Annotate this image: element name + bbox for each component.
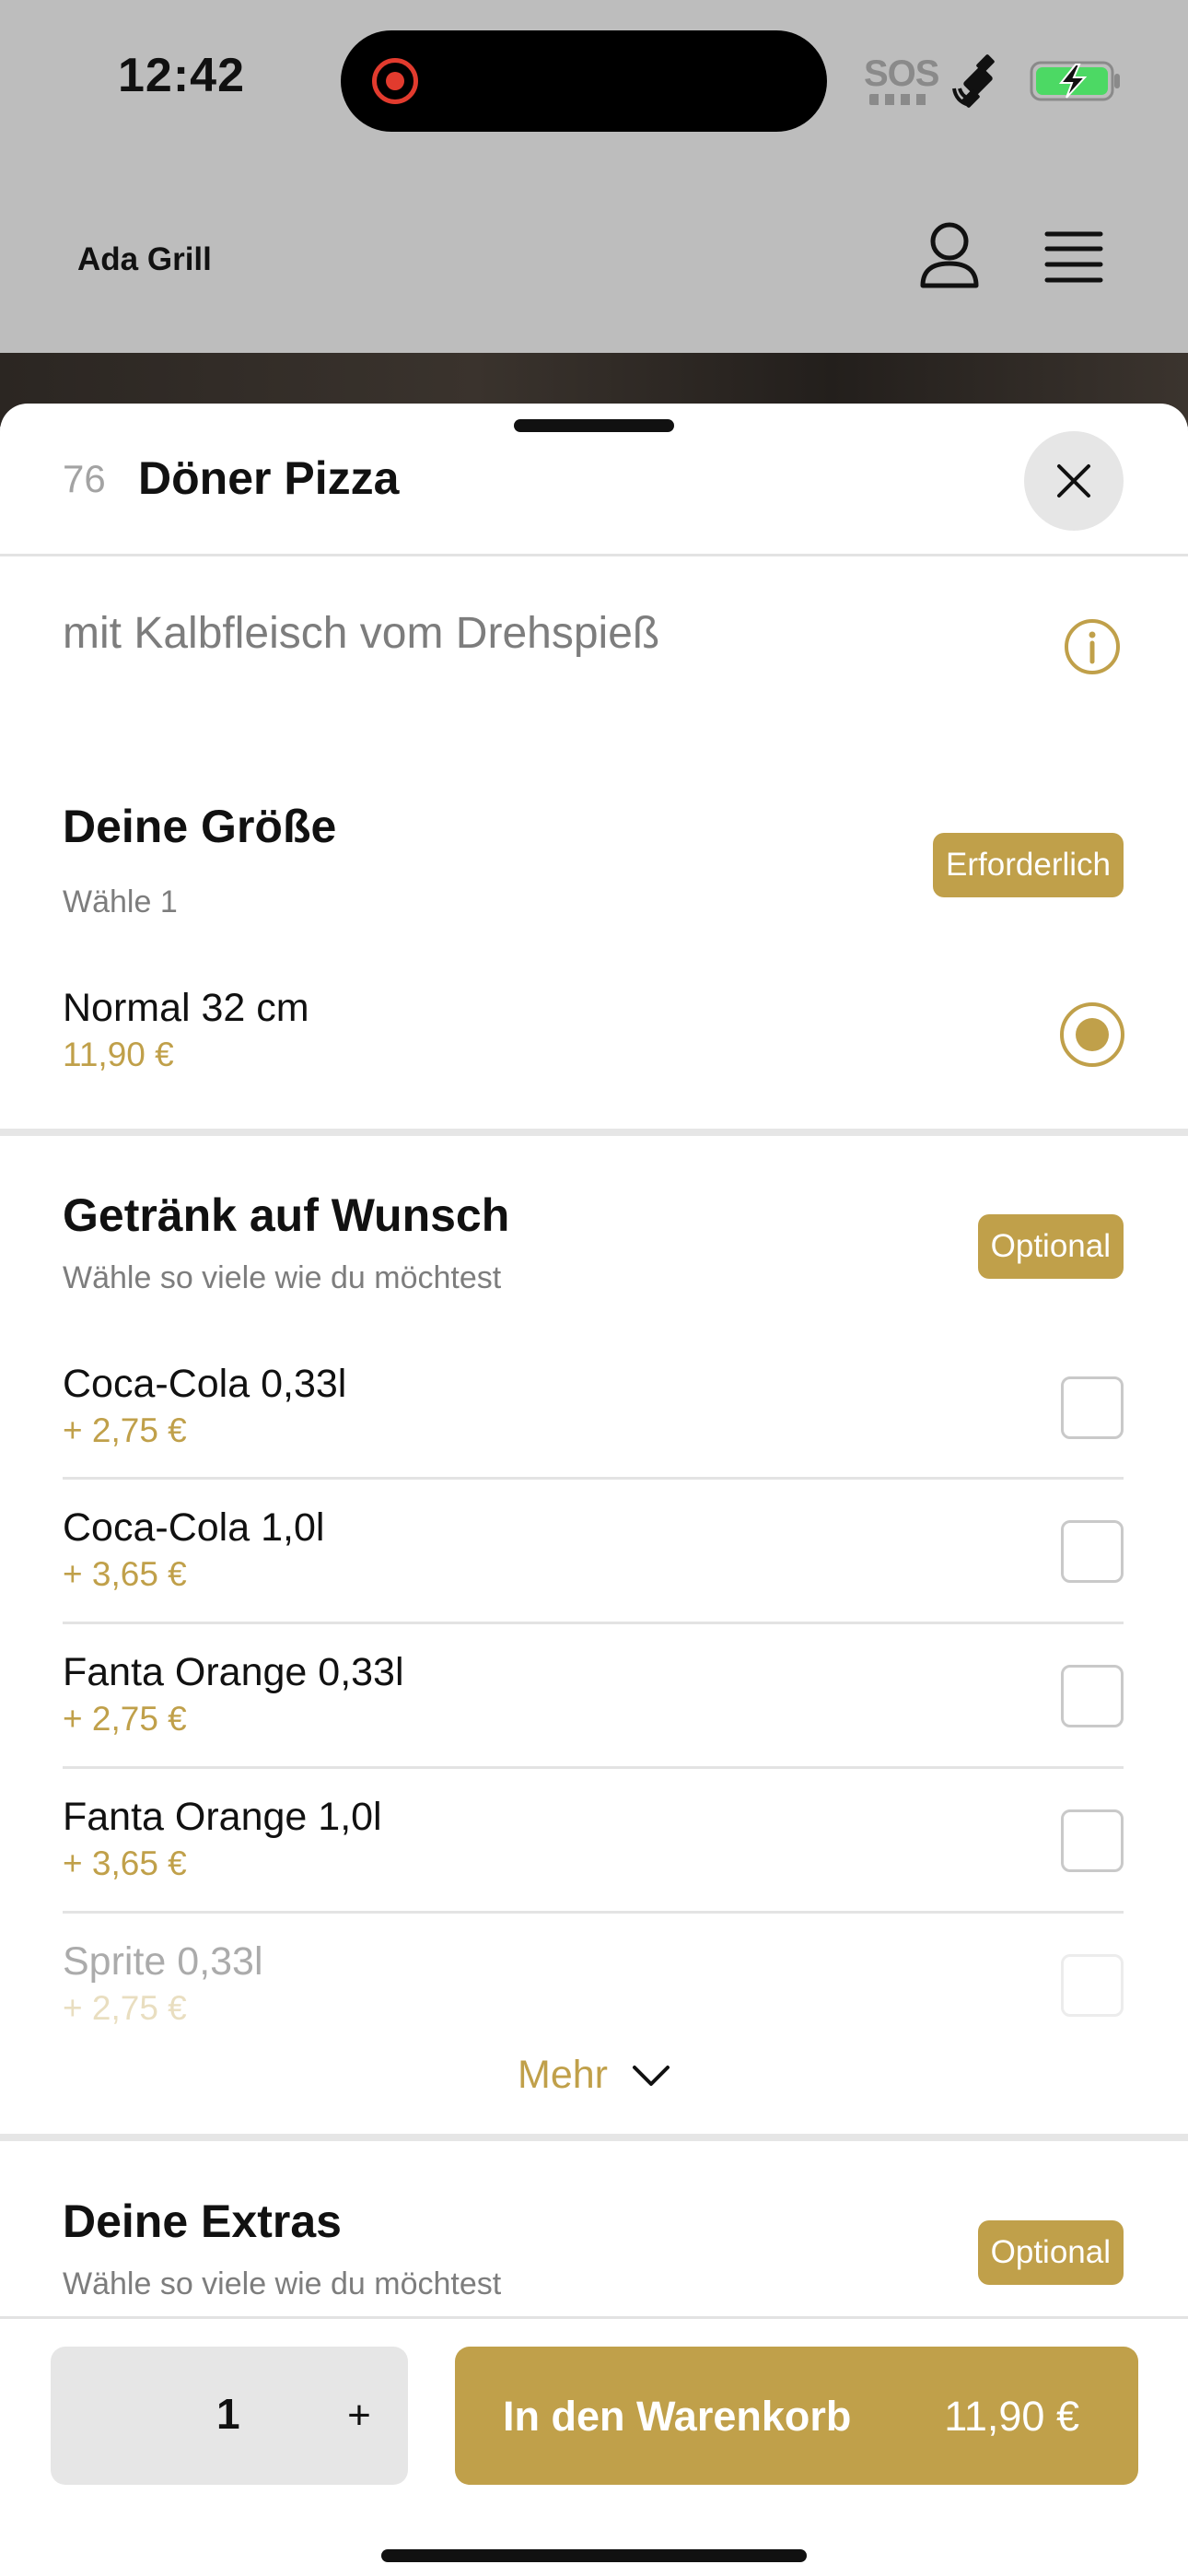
size-section-subtitle: Wähle 1 (63, 884, 178, 919)
status-time: 12:42 (118, 49, 245, 102)
option-checkbox[interactable] (1061, 1665, 1124, 1727)
cart-button-label: In den Warenkorb (503, 2393, 852, 2440)
sos-indicator: SOS (864, 53, 939, 94)
option-checkbox[interactable] (1061, 1520, 1124, 1583)
drink-section-title: Getränk auf Wunsch (63, 1189, 510, 1241)
item-description: mit Kalbfleisch vom Drehspieß (63, 609, 660, 658)
status-bar: 12:42 SOS (0, 0, 1188, 161)
option-checkbox[interactable] (1061, 1376, 1124, 1439)
more-button[interactable]: Mehr (0, 2053, 1188, 2098)
close-icon (1057, 464, 1090, 498)
option-price: + 3,65 € (63, 1844, 187, 1882)
satellite-icon (952, 54, 995, 108)
option-price: + 2,75 € (63, 1411, 187, 1449)
info-icon[interactable] (1063, 617, 1122, 676)
chevron-down-icon (632, 2065, 670, 2086)
cart-button-price: 11,90 € (944, 2393, 1079, 2440)
more-label: Mehr (518, 2053, 608, 2097)
close-button[interactable] (1024, 431, 1124, 531)
signal-dots-icon (869, 94, 928, 105)
option-checkbox[interactable] (1061, 1954, 1124, 2017)
extras-section-title: Deine Extras (63, 2195, 342, 2247)
option-name: Sprite 0,33l (63, 1939, 263, 1984)
required-badge: Erforderlich (933, 833, 1124, 897)
option-checkbox[interactable] (1061, 1809, 1124, 1872)
option-name: Fanta Orange 0,33l (63, 1650, 404, 1694)
dynamic-island (341, 30, 827, 132)
item-title: Döner Pizza (138, 452, 400, 504)
product-sheet: 76 Döner Pizza mit Kalbfleisch vom Drehs… (0, 404, 1188, 2576)
drink-section-subtitle: Wähle so viele wie du möchtest (63, 1260, 502, 1295)
user-icon[interactable] (917, 221, 982, 289)
sheet-header: 76 Döner Pizza (0, 404, 1188, 556)
optional-badge: Optional (977, 2220, 1124, 2285)
row-divider (63, 1477, 1124, 1480)
optional-badge: Optional (977, 1214, 1124, 1279)
menu-icon[interactable] (1044, 230, 1103, 284)
brand-name[interactable]: Ada Grill (77, 241, 212, 278)
option-price: 11,90 € (63, 1036, 174, 1073)
sheet-grabber[interactable] (514, 419, 674, 432)
row-divider (63, 1911, 1124, 1914)
option-name: Coca-Cola 1,0l (63, 1505, 325, 1550)
add-to-cart-button[interactable]: In den Warenkorb 11,90 € (455, 2347, 1138, 2485)
increment-button[interactable]: + (327, 2374, 391, 2457)
record-icon (372, 58, 418, 104)
section-divider (0, 1129, 1188, 1136)
quantity-stepper[interactable]: 1 + (51, 2347, 408, 2485)
battery-charging-icon (1030, 61, 1120, 101)
section-divider (0, 2134, 1188, 2141)
extras-section-subtitle: Wähle so viele wie du möchtest (63, 2266, 502, 2301)
bottom-action-bar: 1 + In den Warenkorb 11,90 € (0, 2316, 1188, 2576)
size-radio-selected[interactable] (1060, 1002, 1124, 1067)
quantity-value: 1 (216, 2390, 240, 2438)
item-number: 76 (63, 457, 106, 500)
row-divider (63, 1766, 1124, 1769)
row-divider (63, 1622, 1124, 1624)
size-section-title: Deine Größe (63, 801, 337, 852)
option-price: + 3,65 € (63, 1555, 187, 1593)
home-indicator (381, 2549, 807, 2562)
option-price: + 2,75 € (63, 1700, 187, 1738)
option-price: + 2,75 € (63, 1989, 187, 2027)
option-name: Normal 32 cm (63, 986, 309, 1030)
option-name: Fanta Orange 1,0l (63, 1795, 382, 1839)
option-name: Coca-Cola 0,33l (63, 1362, 347, 1406)
